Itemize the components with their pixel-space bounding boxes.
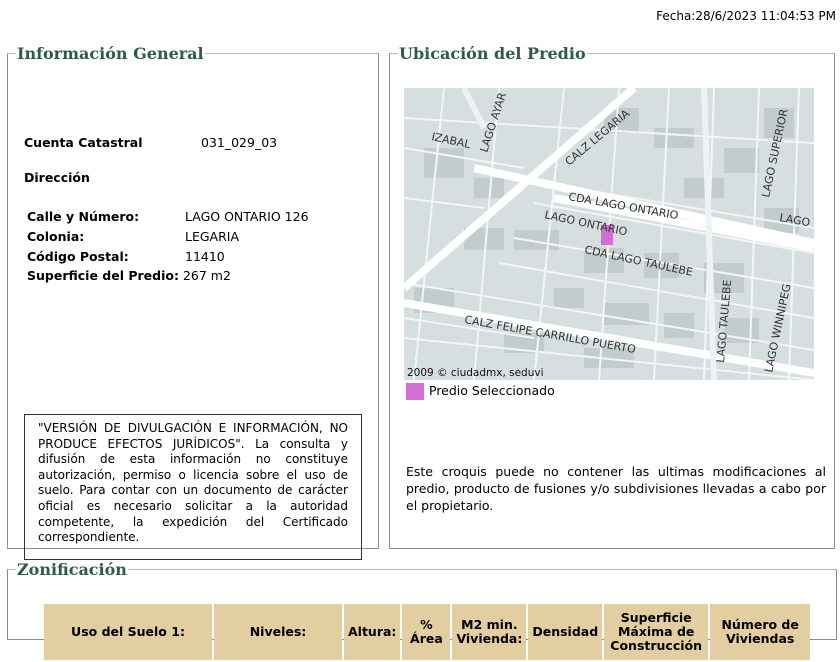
fecha-timestamp: Fecha:28/6/2023 11:04:53 PM — [656, 9, 836, 23]
field-superficie: Superficie del Predio: 267 m2 — [27, 268, 231, 283]
field-label: Código Postal: — [27, 249, 129, 264]
field-codigo-postal: Código Postal: 11410 — [27, 249, 225, 264]
map-graphic: IZABAL LAGO AYAR CALZ LEGARIA LAGO SUPER… — [404, 88, 814, 380]
field-label: Superficie del Predio: — [27, 268, 179, 283]
map-copyright: 2009 © ciudadmx, seduvi — [407, 367, 544, 379]
cuenta-catastral-label: Cuenta Catastral — [24, 135, 143, 150]
header-densidad: Densidad — [528, 604, 603, 660]
field-value: 267 m2 — [182, 268, 231, 283]
field-label: Colonia: — [27, 229, 85, 244]
table-header-row: Uso del Suelo 1: Niveles: Altura: % Área… — [44, 604, 811, 660]
field-value: LAGO ONTARIO 126 — [185, 209, 309, 224]
field-colonia: Colonia: LEGARIA — [27, 229, 239, 244]
header-superficie-max: Superficie Máxima de Construcción — [604, 604, 709, 660]
header-m2-min: M2 min. Vivienda: — [452, 604, 527, 660]
map-note: Este croquis puede no contener las ultim… — [406, 464, 826, 513]
header-area: % Área — [402, 604, 451, 660]
ubicacion-predio-panel: Ubicación del Predio IZABAL LAGO AYAR CA… — [389, 44, 835, 549]
header-niveles: Niveles: — [214, 604, 342, 660]
direccion-label: Dirección — [24, 170, 90, 185]
field-value: 11410 — [185, 249, 225, 264]
map-legend-label: Predio Seleccionado — [429, 383, 555, 398]
disclaimer-box: "VERSIÓN DE DIVULGACIÓN E INFORMACIÓN, N… — [24, 414, 362, 560]
location-map[interactable]: IZABAL LAGO AYAR CALZ LEGARIA LAGO SUPER… — [404, 88, 814, 380]
zonificacion-title: Zonificación — [17, 560, 127, 579]
cuenta-catastral-value: 031_029_03 — [201, 135, 278, 150]
field-label: Calle y Número: — [27, 209, 140, 224]
field-value: LEGARIA — [185, 229, 240, 244]
header-uso-suelo: Uso del Suelo 1: — [44, 604, 212, 660]
header-numero-viviendas: Número de Viviendas — [710, 604, 811, 660]
zonificacion-panel: Zonificación Uso del Suelo 1: Niveles: A… — [7, 560, 837, 660]
informacion-general-panel: Información General Cuenta Catastral 031… — [7, 44, 379, 560]
selected-parcel-swatch — [406, 383, 424, 400]
map-legend: Predio Seleccionado — [406, 383, 555, 400]
ubicacion-predio-title: Ubicación del Predio — [399, 44, 586, 63]
zonificacion-table: Uso del Suelo 1: Niveles: Altura: % Área… — [42, 602, 812, 662]
header-altura: Altura: — [344, 604, 401, 660]
informacion-general-title: Información General — [17, 44, 204, 63]
field-calle: Calle y Número: LAGO ONTARIO 126 — [27, 209, 309, 224]
